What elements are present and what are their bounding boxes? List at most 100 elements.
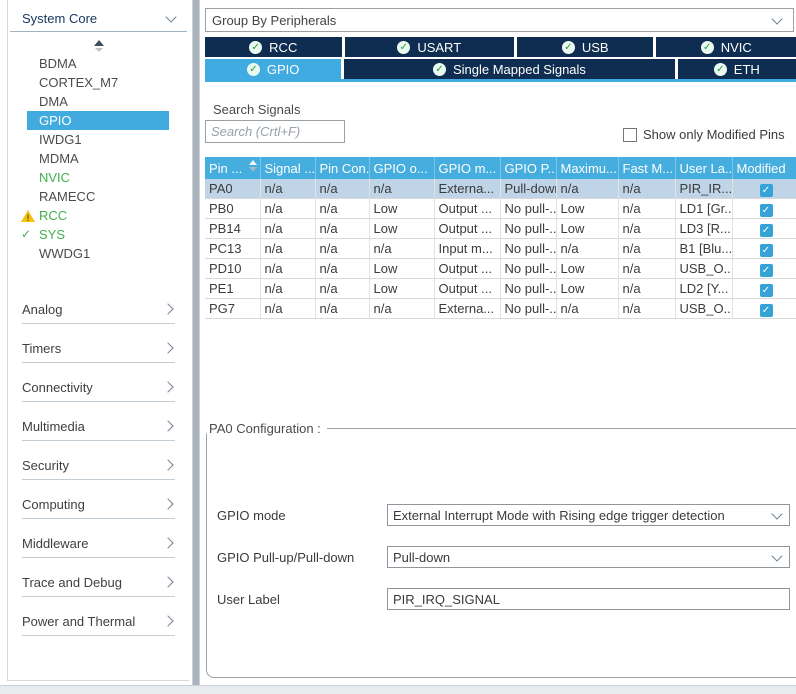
- warning-icon: !: [21, 210, 35, 222]
- gpio-mode-select[interactable]: External Interrupt Mode with Rising edge…: [387, 504, 790, 526]
- pin-row-pg7[interactable]: PG7n/an/an/aExterna...No pull-...n/an/aU…: [205, 299, 796, 319]
- tab-rcc[interactable]: ✓RCC: [205, 37, 342, 57]
- column-header-pin-[interactable]: Pin ...: [205, 157, 260, 179]
- sidebar-category: Trace and Debug: [22, 570, 175, 609]
- pin-row-pa0[interactable]: PA0n/an/an/aExterna...Pull-downn/an/aPIR…: [205, 179, 796, 199]
- tab-single-mapped-signals[interactable]: ✓Single Mapped Signals: [344, 59, 674, 79]
- chevron-down-icon[interactable]: [165, 11, 176, 22]
- sidebar-item-ramecc[interactable]: RAMECC: [27, 187, 169, 206]
- spacer-icon: [21, 73, 35, 92]
- spacer-icon: [21, 187, 35, 206]
- cell: USB_O...: [675, 259, 732, 279]
- pin-row-pe1[interactable]: PE1n/an/aLowOutput ...No pull-...Lown/aL…: [205, 279, 796, 299]
- selected-value: Pull-down: [393, 550, 450, 565]
- cell: No pull-...: [500, 199, 556, 219]
- spacer-icon: [21, 168, 35, 187]
- pin-row-pb0[interactable]: PB0n/an/aLowOutput ...No pull-...Lown/aL…: [205, 199, 796, 219]
- check-circle-icon: ✓: [247, 63, 260, 76]
- sidebar-item-gpio[interactable]: GPIO: [27, 111, 169, 130]
- sidebar-category-connectivity[interactable]: Connectivity: [22, 375, 175, 399]
- cell: No pull-...: [500, 239, 556, 259]
- column-header-gpio-o-[interactable]: GPIO o...: [369, 157, 434, 179]
- tab-usart[interactable]: ✓USART: [345, 37, 514, 57]
- column-header-signal-[interactable]: Signal ...: [260, 157, 315, 179]
- check-circle-icon: ✓: [397, 41, 410, 54]
- category-divider: [22, 323, 175, 324]
- cell: n/a: [260, 219, 315, 239]
- sidebar-item-label: SYS: [39, 227, 65, 242]
- cell: No pull-...: [500, 279, 556, 299]
- tab-nvic[interactable]: ✓NVIC: [656, 37, 796, 57]
- column-header-user-la-[interactable]: User La...: [675, 157, 732, 179]
- sidebar-category-analog[interactable]: Analog: [22, 297, 175, 321]
- gpio-pull-select[interactable]: Pull-down: [387, 546, 790, 568]
- sidebar-item-rcc[interactable]: !RCC: [27, 206, 169, 225]
- column-header-pin-con-[interactable]: Pin Con...: [315, 157, 369, 179]
- triangle-down-icon: [95, 48, 103, 52]
- sidebar-item-label: RAMECC: [39, 189, 95, 204]
- sidebar-category: Connectivity: [22, 375, 175, 414]
- cell: n/a: [369, 239, 434, 259]
- modified-checkbox[interactable]: ✓: [760, 284, 773, 297]
- search-input[interactable]: [205, 120, 345, 143]
- modified-checkbox[interactable]: ✓: [760, 304, 773, 317]
- sidebar-category-multimedia[interactable]: Multimedia: [22, 414, 175, 438]
- section-title: System Core: [22, 11, 97, 26]
- spacer-icon: [21, 92, 35, 111]
- pin-row-pb14[interactable]: PB14n/an/aLowOutput ...No pull-...Lown/a…: [205, 219, 796, 239]
- pin-row-pd10[interactable]: PD10n/an/aLowOutput ...No pull-...Lown/a…: [205, 259, 796, 279]
- sidebar-category-middleware[interactable]: Middleware: [22, 531, 175, 555]
- cell: n/a: [315, 199, 369, 219]
- column-header-modified[interactable]: Modified: [732, 157, 796, 179]
- modified-checkbox[interactable]: ✓: [760, 204, 773, 217]
- category-label: Trace and Debug: [22, 575, 122, 590]
- category-label: Timers: [22, 341, 61, 356]
- chevron-right-icon: [162, 303, 173, 314]
- sidebar-category-security[interactable]: Security: [22, 453, 175, 477]
- modified-cell: ✓: [732, 239, 796, 259]
- sidebar-item-nvic[interactable]: NVIC: [27, 168, 169, 187]
- sidebar-item-bdma[interactable]: BDMA: [27, 54, 169, 73]
- pin-row-pc13[interactable]: PC13n/an/an/aInput m...No pull-...n/an/a…: [205, 239, 796, 259]
- column-label: Signal ...: [265, 161, 316, 176]
- column-header-gpio-m-[interactable]: GPIO m...: [434, 157, 500, 179]
- chevron-down-icon: [771, 13, 782, 24]
- config-fields: GPIO modeExternal Interrupt Mode with Ri…: [207, 504, 796, 610]
- category-divider: [22, 557, 175, 558]
- sidebar-category: Computing: [22, 492, 175, 531]
- spacer-icon: [21, 244, 35, 263]
- config-row-user-label: User Label: [217, 588, 790, 610]
- cell: Output ...: [434, 219, 500, 239]
- user-label-input[interactable]: [387, 588, 790, 610]
- sidebar-item-sys[interactable]: ✓SYS: [27, 225, 169, 244]
- sidebar-item-cortex-m7[interactable]: CORTEX_M7: [27, 73, 169, 92]
- sidebar-item-wwdg1[interactable]: WWDG1: [27, 244, 169, 263]
- sidebar-category-timers[interactable]: Timers: [22, 336, 175, 360]
- sidebar-item-mdma[interactable]: MDMA: [27, 149, 169, 168]
- sidebar-category-trace-and-debug[interactable]: Trace and Debug: [22, 570, 175, 594]
- group-by-combobox[interactable]: Group By Peripherals: [205, 8, 794, 32]
- column-header-fast-m-[interactable]: Fast M...: [618, 157, 675, 179]
- modified-checkbox[interactable]: ✓: [760, 264, 773, 277]
- config-field-label: GPIO Pull-up/Pull-down: [217, 550, 387, 565]
- column-label: User La...: [680, 161, 733, 176]
- sidebar-item-dma[interactable]: DMA: [27, 92, 169, 111]
- sidebar-item-iwdg1[interactable]: IWDG1: [27, 130, 169, 149]
- show-modified-checkbox[interactable]: [623, 128, 637, 142]
- scroll-up-spinner[interactable]: [93, 40, 105, 52]
- modified-checkbox[interactable]: ✓: [760, 244, 773, 257]
- sidebar-category-power-and-thermal[interactable]: Power and Thermal: [22, 609, 175, 633]
- column-header-gpio-p-[interactable]: GPIO P...: [500, 157, 556, 179]
- modified-checkbox[interactable]: ✓: [760, 184, 773, 197]
- tab-eth[interactable]: ✓ETH: [678, 59, 796, 79]
- sidebar-category-computing[interactable]: Computing: [22, 492, 175, 516]
- modified-checkbox[interactable]: ✓: [760, 224, 773, 237]
- cell: n/a: [369, 299, 434, 319]
- tab-gpio[interactable]: ✓GPIO: [205, 59, 341, 79]
- column-header-maximu-[interactable]: Maximu...: [556, 157, 618, 179]
- cell: No pull-...: [500, 299, 556, 319]
- cell: Low: [369, 219, 434, 239]
- tab-usb[interactable]: ✓USB: [517, 37, 654, 57]
- cell: B1 [Blu...: [675, 239, 732, 259]
- panel-splitter[interactable]: [192, 0, 200, 685]
